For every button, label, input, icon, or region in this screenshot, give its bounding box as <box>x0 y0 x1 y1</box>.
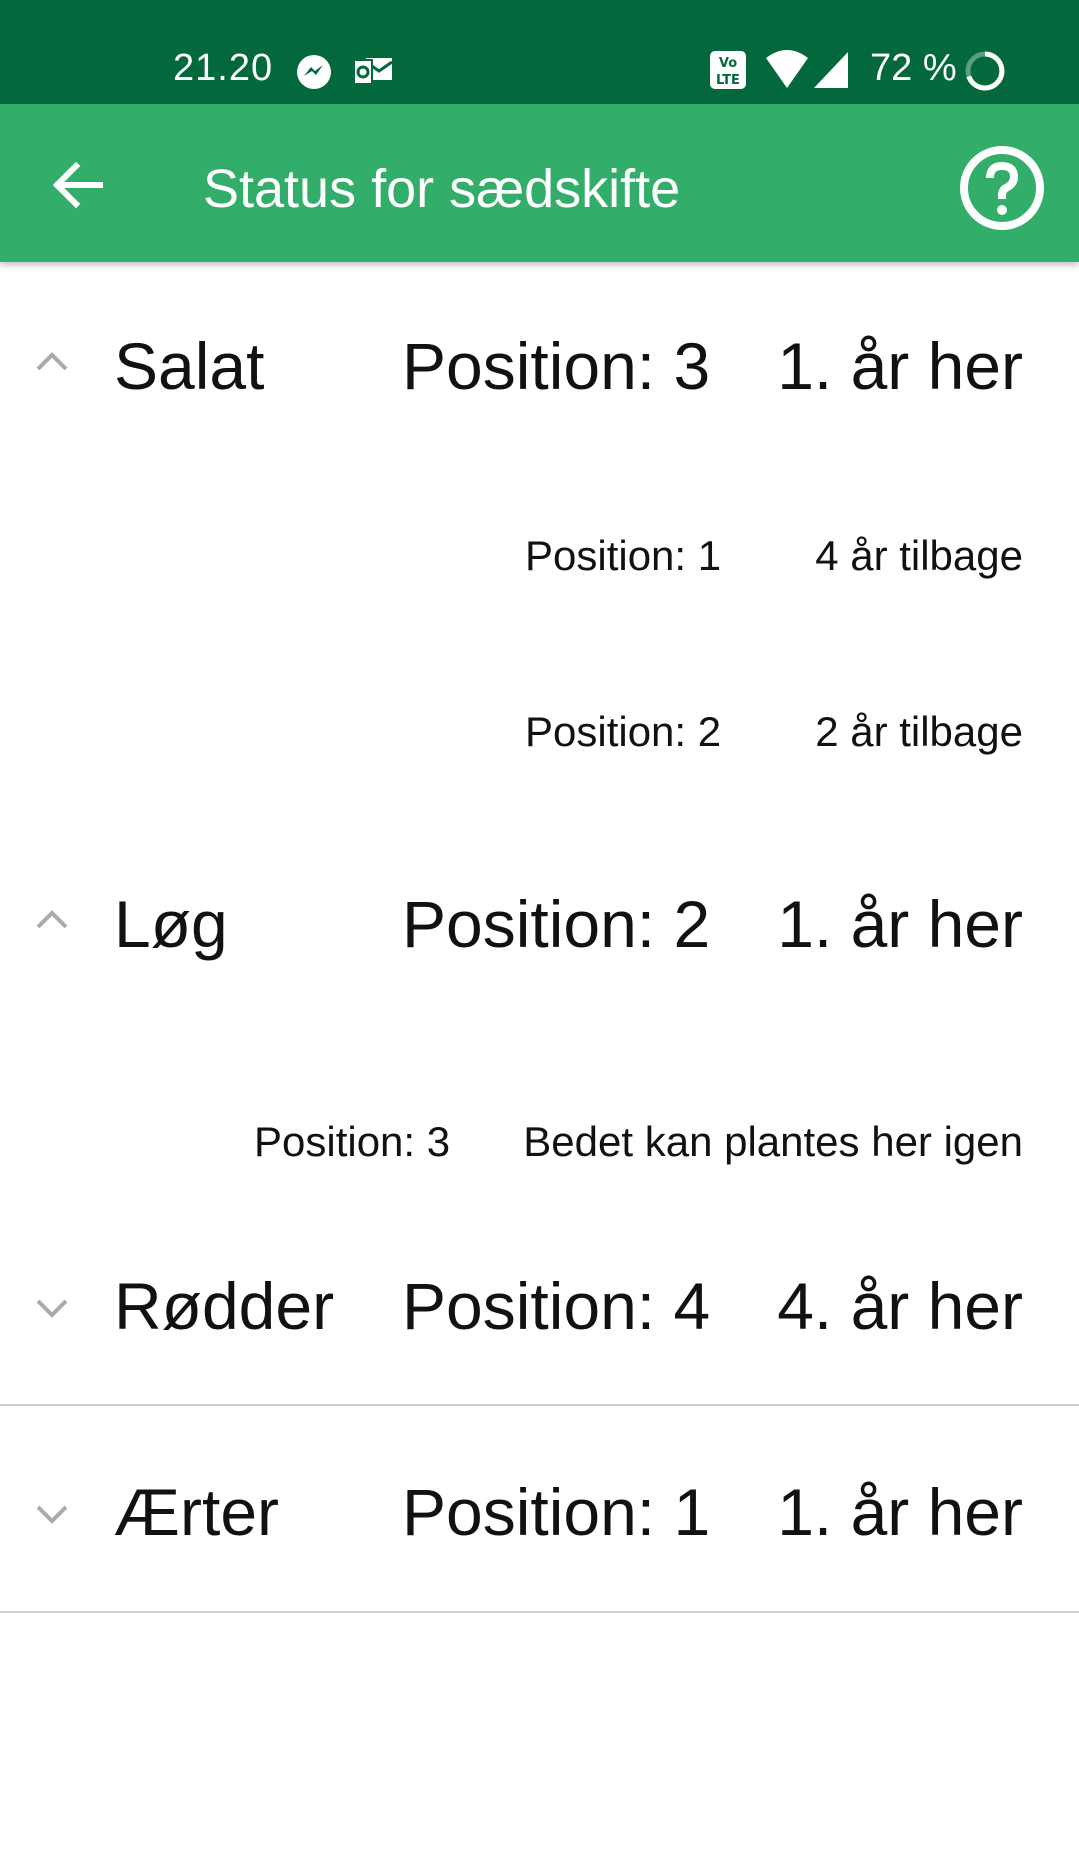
history-position: Position: 3 <box>254 1118 451 1165</box>
signal-icon <box>814 52 848 88</box>
status-bar: 21.20 Vo LTE 72 % <box>0 0 1079 104</box>
crop-year: 1. år her <box>777 887 1023 961</box>
page-title: Status for sædskifte <box>203 159 681 219</box>
arrow-left-icon[interactable] <box>48 155 108 215</box>
battery-percent: 72 % <box>870 47 957 89</box>
list-item-salat[interactable]: Salat Position: 3 1. år her <box>0 326 1079 406</box>
crop-name: Rødder <box>114 1269 335 1343</box>
crop-position: Position: 1 <box>402 1475 711 1549</box>
list-item-aerter[interactable]: Ærter Position: 1 1. år her <box>0 1472 1079 1552</box>
history-row: Position: 3 Bedet kan plantes her igen <box>0 1114 1079 1170</box>
history-note: Bedet kan plantes her igen <box>523 1118 1023 1165</box>
crop-year: 4. år her <box>777 1269 1023 1343</box>
wifi-icon <box>766 50 808 88</box>
history-position: Position: 2 <box>525 708 722 755</box>
history-note: 2 år tilbage <box>815 708 1023 755</box>
chevron-down-icon[interactable] <box>30 1293 74 1323</box>
volte-icon: Vo LTE <box>710 51 746 89</box>
chevron-up-icon[interactable] <box>30 347 74 377</box>
crop-name: Løg <box>114 887 228 961</box>
crop-name: Salat <box>114 329 265 403</box>
outlook-icon <box>353 58 393 85</box>
crop-name: Ærter <box>114 1475 279 1549</box>
history-position: Position: 1 <box>525 532 722 579</box>
crop-position: Position: 4 <box>402 1269 711 1343</box>
crop-year: 1. år her <box>777 1475 1023 1549</box>
crop-position: Position: 3 <box>402 329 711 403</box>
svg-text:LTE: LTE <box>716 73 740 88</box>
status-time: 21.20 <box>173 47 274 89</box>
svg-text:Vo: Vo <box>719 56 737 71</box>
divider <box>0 1404 1079 1406</box>
chevron-up-icon[interactable] <box>30 905 74 935</box>
battery-icon <box>965 51 1005 91</box>
list-item-rodder[interactable]: Rødder Position: 4 4. år her <box>0 1266 1079 1346</box>
crop-year: 1. år her <box>777 329 1023 403</box>
history-row: Position: 1 4 år tilbage <box>0 528 1079 584</box>
divider <box>0 1611 1079 1613</box>
history-note: 4 år tilbage <box>815 532 1023 579</box>
messenger-icon <box>297 55 331 89</box>
list-item-log[interactable]: Løg Position: 2 1. år her <box>0 884 1079 964</box>
app-bar: Status for sædskifte <box>0 104 1079 262</box>
help-circle-icon[interactable] <box>958 144 1046 232</box>
crop-position: Position: 2 <box>402 887 711 961</box>
history-row: Position: 2 2 år tilbage <box>0 704 1079 760</box>
chevron-down-icon[interactable] <box>30 1499 74 1529</box>
